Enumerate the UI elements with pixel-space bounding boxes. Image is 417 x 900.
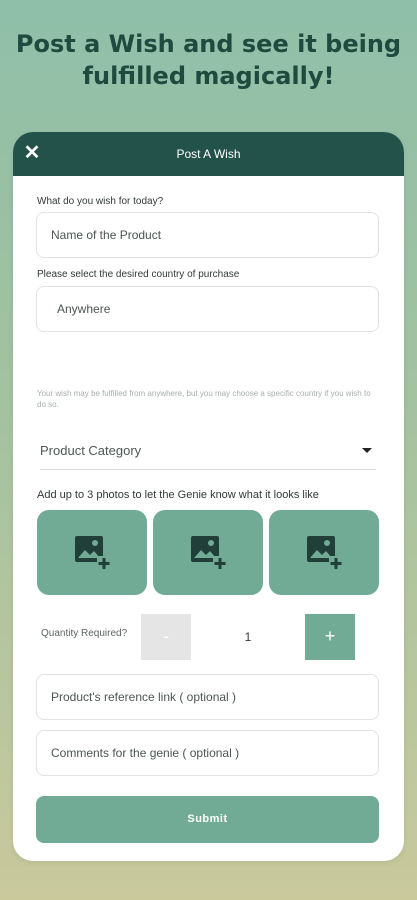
card-header: ✕ Post A Wish <box>13 132 404 176</box>
photos-label: Add up to 3 photos to let the Genie know… <box>37 489 319 501</box>
page-headline: Post a Wish and see it being fulfilled m… <box>0 28 417 92</box>
add-photo-icon <box>75 536 111 570</box>
quantity-increment-button[interactable]: + <box>305 614 355 660</box>
country-label: Please select the desired country of pur… <box>37 269 240 280</box>
add-photo-icon <box>191 536 227 570</box>
close-icon[interactable]: ✕ <box>23 143 41 163</box>
quantity-label: Quantity Required? <box>41 628 128 639</box>
country-input[interactable]: Anywhere <box>36 286 379 332</box>
add-photo-button-2[interactable] <box>153 510 263 595</box>
card-title: Post A Wish <box>176 147 241 161</box>
headline-line-1: Post a Wish and see it being <box>15 30 402 58</box>
headline-line-2: fulfilled magically! <box>82 62 335 90</box>
reference-link-input[interactable]: Product's reference link ( optional ) <box>36 674 379 720</box>
post-wish-card: ✕ Post A Wish What do you wish for today… <box>13 132 404 861</box>
submit-button[interactable]: Submit <box>36 796 379 843</box>
quantity-value[interactable]: 1 <box>191 614 305 660</box>
quantity-decrement-button[interactable]: - <box>141 614 191 660</box>
comments-input[interactable]: Comments for the genie ( optional ) <box>36 730 379 776</box>
product-name-input[interactable]: Name of the Product <box>36 212 379 258</box>
add-photo-button-3[interactable] <box>269 510 379 595</box>
add-photo-icon <box>307 536 343 570</box>
add-photo-button-1[interactable] <box>37 510 147 595</box>
product-category-select[interactable]: Product Category <box>40 434 376 470</box>
caret-down-icon <box>362 448 372 453</box>
country-hint: Your wish may be fulfilled from anywhere… <box>37 389 371 409</box>
product-category-label: Product Category <box>40 443 142 458</box>
wish-label: What do you wish for today? <box>37 196 164 207</box>
